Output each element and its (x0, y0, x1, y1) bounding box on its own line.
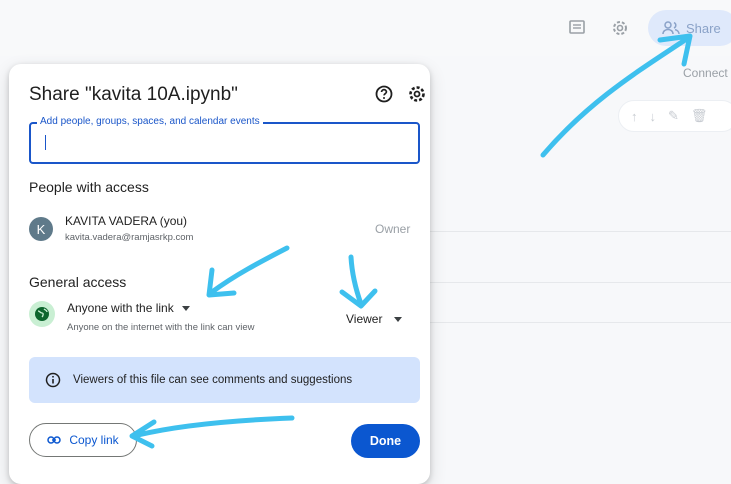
move-down-icon[interactable]: ↓ (650, 109, 657, 124)
dialog-title: Share "kavita 10A.ipynb" (29, 84, 238, 105)
share-label: Share (686, 20, 721, 36)
user-name: KAVITA VADERA (you) (65, 214, 188, 228)
avatar: K (29, 217, 53, 241)
general-access-dropdown[interactable]: Anyone with the link (67, 301, 190, 315)
owner-role: Owner (375, 222, 411, 236)
role-value: Viewer (346, 312, 383, 326)
connect-button[interactable]: Connect (683, 66, 728, 80)
user-email: kavita.vadera@ramjasrkp.com (65, 232, 194, 243)
copy-link-label: Copy link (69, 433, 119, 447)
divider (428, 282, 731, 283)
done-button[interactable]: Done (351, 424, 420, 458)
add-people-input[interactable] (41, 132, 405, 154)
share-button[interactable]: Share (648, 10, 731, 46)
comment-icon[interactable] (566, 17, 588, 39)
general-access-value: Anyone with the link (67, 301, 174, 315)
general-access-description: Anyone on the internet with the link can… (67, 322, 255, 333)
people-icon (662, 21, 680, 35)
add-people-field[interactable]: Add people, groups, spaces, and calendar… (29, 116, 420, 164)
divider (428, 322, 731, 323)
add-people-label: Add people, groups, spaces, and calendar… (37, 116, 263, 127)
help-icon[interactable] (374, 84, 394, 104)
dropdown-arrow-icon (181, 305, 190, 311)
globe-icon (29, 301, 55, 327)
info-banner: Viewers of this file can see comments an… (29, 357, 420, 403)
edit-icon[interactable]: ✎ (668, 108, 679, 124)
info-icon (45, 372, 61, 388)
link-icon (47, 436, 62, 444)
delete-icon[interactable]: 🗑 (691, 108, 708, 124)
role-dropdown[interactable]: Viewer (346, 312, 403, 326)
cell-toolbar: ↑ ↓ ✎ 🗑 (618, 100, 731, 132)
divider (428, 231, 731, 232)
info-banner-text: Viewers of this file can see comments an… (73, 374, 353, 386)
general-access-heading: General access (29, 274, 127, 290)
gear-icon[interactable] (407, 84, 427, 104)
share-dialog: Share "kavita 10A.ipynb" Add people, gro… (9, 64, 430, 484)
settings-gear-icon[interactable] (609, 17, 631, 39)
move-up-icon[interactable]: ↑ (631, 109, 638, 124)
people-with-access-heading: People with access (29, 179, 149, 195)
copy-link-button[interactable]: Copy link (29, 423, 137, 457)
dropdown-arrow-icon (394, 316, 403, 322)
